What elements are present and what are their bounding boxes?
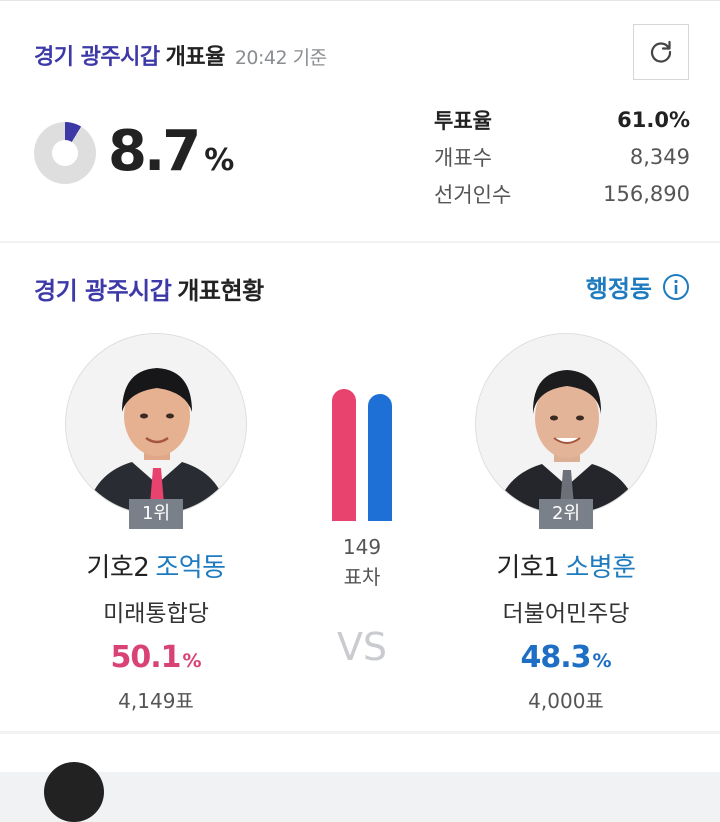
rank-badge: 2위: [538, 499, 594, 529]
vote-difference: 149 표차: [320, 532, 404, 592]
stat-value: 8,349: [629, 144, 690, 169]
counting-status-card: 경기 광주시갑 개표현황 행정동 1위 기호2 조억동 미래통합당 50.1 %…: [0, 243, 720, 731]
info-icon[interactable]: [662, 273, 690, 301]
percent-unit: %: [592, 650, 612, 672]
stat-label: 선거인수: [434, 182, 512, 207]
timestamp: 20:42 기준: [234, 47, 327, 69]
stat-row-turnout: 투표율 61.0%: [434, 101, 690, 138]
candidate-number: 기호1: [496, 553, 560, 583]
stat-row-counted: 개표수 8,349: [434, 138, 690, 175]
counting-rate-card: 경기 광주시갑 개표율 20:42 기준 8.7% 투표율 61.0% 개표수 8,…: [0, 0, 720, 241]
candidate-percent: 50.1%: [36, 640, 276, 675]
counting-rate-donut: [34, 122, 96, 184]
title-label: 개표현황: [177, 277, 264, 305]
bar-candidate-1: [332, 389, 356, 521]
candidate-photo: [65, 333, 247, 515]
candidate-votes: 4,149표: [118, 689, 194, 713]
title-label: 개표율: [165, 45, 226, 70]
avatar: [44, 762, 104, 822]
section-title: 경기 광주시갑 개표현황: [34, 271, 264, 306]
stat-value: 156,890: [603, 181, 690, 206]
stat-label: 투표율: [434, 108, 492, 133]
district-filter-link[interactable]: 행정동: [586, 269, 690, 304]
stats-table: 투표율 61.0% 개표수 8,349 선거인수 156,890: [434, 101, 690, 212]
rank-badge: 1위: [128, 499, 184, 529]
candidate-photo-wrap: 2위: [475, 333, 657, 529]
counting-rate-title: 경기 광주시갑 개표율 20:42 기준: [34, 39, 327, 71]
candidate-name-line: 기호1 소병훈: [446, 547, 686, 584]
rate-number: 8.7: [108, 119, 201, 184]
region-name: 경기 광주시갑: [34, 45, 160, 70]
candidate-party: 더불어민주당: [502, 601, 630, 627]
bar-candidate-2: [368, 394, 392, 521]
candidate-party: 미래통합당: [103, 601, 209, 627]
district-filter-label: 행정동: [585, 275, 652, 303]
donut-hole: [52, 140, 78, 166]
percent-value: 48.3: [520, 640, 591, 675]
candidate-card-2[interactable]: 2위 기호1 소병훈 더불어민주당 48.3% 4,000표: [446, 333, 686, 714]
candidate-name[interactable]: 소병훈: [565, 553, 636, 583]
next-card: [0, 734, 720, 822]
stat-row-electorate: 선거인수 156,890: [434, 175, 690, 212]
counting-rate-value: 8.7%: [108, 117, 234, 196]
stat-label: 개표수: [434, 145, 492, 170]
vote-comparison-bars: [330, 389, 394, 521]
percent-value: 50.1: [110, 640, 181, 675]
difference-value: 149: [342, 535, 382, 559]
refresh-icon: [650, 40, 672, 63]
rate-unit: %: [204, 143, 235, 178]
difference-label: 표차: [343, 565, 381, 589]
candidate-card-1[interactable]: 1위 기호2 조억동 미래통합당 50.1% 4,149표: [36, 333, 276, 714]
stat-value: 61.0%: [617, 107, 690, 132]
candidate-votes: 4,000표: [528, 689, 604, 713]
vs-label: VS: [336, 625, 388, 669]
candidate-name-line: 기호2 조억동: [36, 547, 276, 584]
region-name: 경기 광주시갑: [34, 277, 172, 305]
candidate-photo: [475, 333, 657, 515]
candidate-photo-wrap: 1위: [65, 333, 247, 529]
percent-unit: %: [182, 650, 202, 672]
candidate-percent: 48.3%: [446, 640, 686, 675]
candidate-name[interactable]: 조억동: [155, 553, 226, 583]
candidate-number: 기호2: [86, 553, 150, 583]
refresh-button[interactable]: [633, 24, 689, 80]
